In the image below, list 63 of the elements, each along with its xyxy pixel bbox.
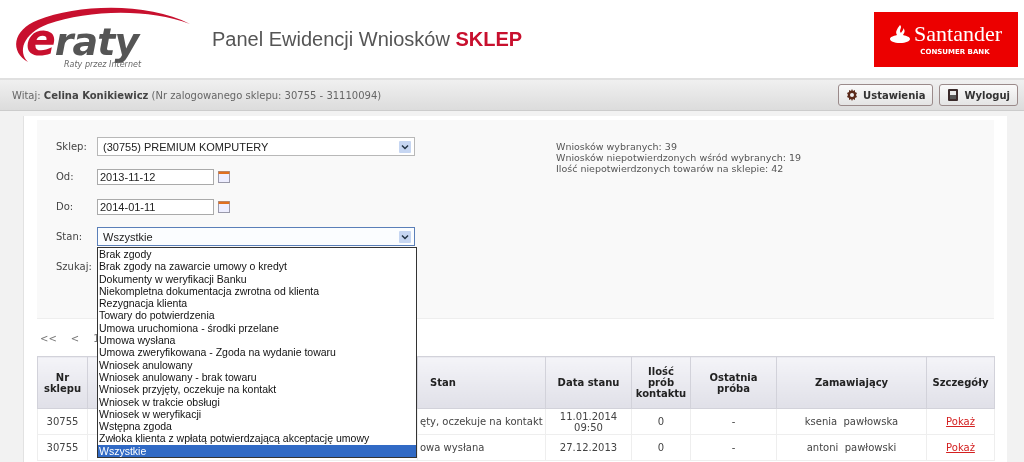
dropdown-arrow-icon [399, 141, 411, 153]
table-cell: 0 [631, 434, 691, 461]
dropdown-option[interactable]: Zwłoka klienta z wpłatą potwierdzającą akceptację umowy [98, 432, 416, 445]
table-cell: ęty, oczekuje na kontakt [417, 408, 546, 435]
dropdown-option[interactable]: Wniosek w trakcie obsługi [98, 395, 416, 408]
dropdown-option[interactable]: Wniosek anulowany [98, 358, 416, 371]
details-link[interactable]: Pokaż [946, 416, 975, 427]
stat-text: Wniosków wybranych: 39 [556, 141, 678, 152]
logo-text: eraty [26, 20, 139, 62]
stat-text: Wniosków niepotwierdzonych wśród wybranych: 19 [556, 152, 801, 163]
dropdown-option[interactable]: Niekompletna dokumentacja zwrotna od klienta [98, 284, 416, 298]
calendar-icon[interactable] [218, 170, 230, 183]
dropdown-option[interactable]: Towary do potwierdzenia [98, 309, 416, 322]
field-label: Do: [56, 201, 75, 212]
gear-icon [846, 89, 859, 101]
dropdown-option[interactable]: Wszystkie [98, 444, 416, 458]
dropdown-option[interactable]: Dokumenty w weryfikacji Banku [98, 272, 416, 285]
pagination-link[interactable]: < [70, 333, 80, 344]
page-title: Panel Ewidencji Wniosków SKLEP [212, 27, 523, 51]
table-cell: 0 [631, 408, 691, 435]
calendar-icon[interactable] [218, 200, 230, 213]
column-header: Nr sklepu [37, 356, 88, 409]
stat-text: Ilość niepotwierdzonych towarów na sklepie: 42 [556, 163, 785, 174]
dropdown-option[interactable]: Wniosek anulowany - brak towaru [98, 370, 416, 384]
dropdown-option[interactable]: Rezygnacja klienta [98, 297, 416, 310]
field-label: Stan: [56, 231, 84, 242]
dropdown-arrow-icon [399, 231, 411, 243]
dropdown-option[interactable]: Wniosek w weryfikacji [98, 407, 416, 421]
dropdown-option[interactable]: Wniosek przyjęty, oczekuje na kontakt [98, 383, 416, 396]
table-cell: 11.01.2014 09:50 [545, 408, 632, 435]
column-header: Szczegóły [926, 356, 995, 409]
settings-button[interactable]: Ustawienia [838, 84, 934, 106]
table-cell: ksenia pawłowska [776, 408, 927, 435]
table-cell: - [690, 408, 777, 435]
table-cell: 30755 [37, 408, 88, 435]
date-field[interactable]: 2014-01-11 [97, 198, 214, 215]
dropdown-option[interactable]: Umowa zweryfikowana - Zgoda na wydanie towaru [98, 346, 416, 359]
dropdown-option[interactable]: Brak zgody [98, 248, 416, 261]
greeting-text: Witaj: Celina Konikiewicz (Nr zalogowanego sklepu: 30755 - 31110094) [12, 89, 382, 101]
door-icon [947, 89, 960, 101]
date-field[interactable]: 2013-11-12 [97, 168, 214, 185]
details-link[interactable]: Pokaż [946, 442, 975, 453]
pagination-link[interactable]: << [40, 333, 57, 344]
dropdown-option[interactable]: Brak zgody na zawarcie umowy o kredyt [98, 260, 416, 273]
flame-icon [890, 24, 910, 43]
field-label: Szukaj: [56, 261, 93, 272]
field-label: Od: [56, 171, 75, 182]
column-header: Stan [417, 356, 546, 409]
logout-button[interactable]: Wyloguj [939, 84, 1018, 106]
column-header: Data stanu [545, 356, 632, 409]
table-cell: antoni pawłowski [776, 434, 927, 461]
dropdown-option[interactable]: Wstępna zgoda [98, 420, 416, 433]
column-header: Zamawiający [776, 356, 927, 409]
select-field[interactable]: (30755) PREMIUM KOMPUTERY [97, 137, 415, 156]
table-cell: 27.12.2013 [545, 434, 632, 461]
column-header: Ilość prób kontaktu [631, 356, 691, 409]
table-cell: owa wysłana [417, 434, 546, 461]
dropdown-option[interactable]: Umowa wysłana [98, 334, 416, 347]
dropdown-option[interactable]: Umowa uruchomiona - środki przelane [98, 321, 416, 335]
table-cell: - [690, 434, 777, 461]
table-cell: 30755 [37, 434, 88, 461]
field-label: Sklep: [56, 141, 88, 152]
column-header: Ostatnia próba [690, 356, 777, 409]
